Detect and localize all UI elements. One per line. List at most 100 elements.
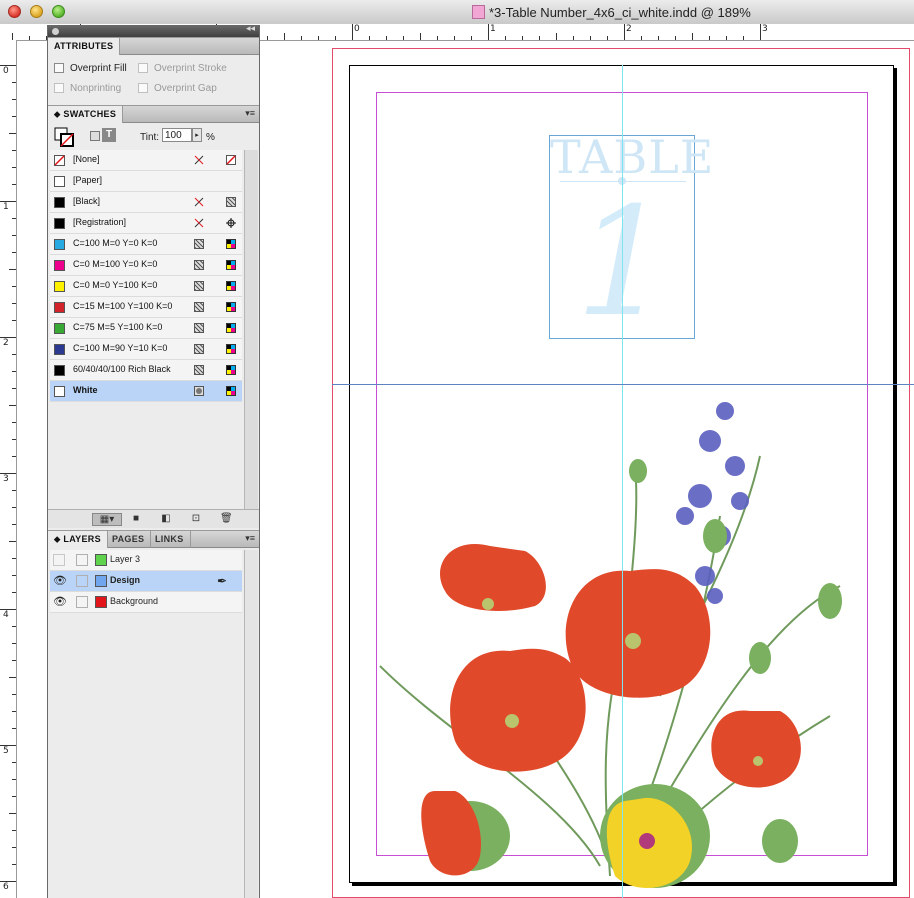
layer-name: Background	[110, 596, 159, 606]
swatches-panel-menu-icon[interactable]: ▾≡	[245, 108, 255, 119]
overprint-gap-option[interactable]: Overprint Gap	[138, 83, 217, 94]
no-edit-icon	[194, 218, 204, 228]
layer-name: Design	[110, 575, 141, 585]
window-title-text: *3-Table Number_4x6_ci_white.indd @ 189%	[489, 5, 751, 20]
layer-name: Layer 3	[110, 554, 141, 564]
overprint-stroke-checkbox[interactable]	[138, 63, 148, 73]
no-edit-icon	[194, 155, 204, 165]
panel-close-icon[interactable]	[52, 28, 59, 35]
swatch-row-red[interactable]: C=15 M=100 Y=100 K=0	[50, 297, 242, 318]
nonprinting-option[interactable]: Nonprinting	[54, 83, 121, 94]
swatches-tabbar: ⬥ SWATCHES ▾≡	[48, 105, 259, 123]
cmyk-icon	[226, 386, 236, 396]
swatch-row-rich-black[interactable]: 60/40/40/100 Rich Black	[50, 360, 242, 381]
swatch-white-chip	[54, 386, 65, 397]
swatch-row-cyan[interactable]: C=100 M=0 Y=0 K=0	[50, 234, 242, 255]
layers-list: Layer 3 👁 Design ✒ 👁 Background	[50, 550, 242, 613]
no-edit-icon	[194, 197, 204, 207]
nonprinting-label: Nonprinting	[70, 83, 122, 94]
swatch-cyan-chip	[54, 239, 65, 250]
swatches-scrollbar[interactable]	[244, 150, 258, 509]
overprint-fill-option[interactable]: Overprint Fill	[54, 63, 127, 74]
swatch-name: C=0 M=100 Y=0 K=0	[73, 259, 158, 269]
window-zoom-button[interactable]	[52, 5, 65, 18]
process-icon	[194, 323, 204, 333]
registration-icon	[226, 218, 236, 228]
layer-lock-toggle[interactable]	[76, 554, 88, 566]
overprint-gap-checkbox[interactable]	[138, 83, 148, 93]
hruler-label-0: 0	[354, 24, 360, 34]
swatch-row-black[interactable]: [Black]	[50, 192, 242, 213]
layers-scrollbar[interactable]	[244, 550, 258, 898]
swatch-red-chip	[54, 302, 65, 313]
tab-swatches[interactable]: ⬥ SWATCHES	[48, 106, 124, 123]
horizontal-ruler-guide[interactable]	[332, 384, 914, 385]
swatch-row-paper[interactable]: [Paper]	[50, 171, 242, 192]
new-swatch-icon[interactable]: ⊡	[190, 513, 202, 524]
show-gradient-swatches-icon[interactable]: ◧	[160, 513, 172, 524]
cmyk-icon	[226, 323, 236, 333]
panel-dock: ◂◂ ATTRIBUTES Overprint Fill Overprint S…	[47, 23, 260, 898]
show-all-swatches-icon[interactable]: ▦▾	[92, 513, 122, 526]
eye-icon[interactable]: 👁	[53, 575, 67, 587]
swatch-row-white[interactable]: White	[50, 381, 242, 402]
cmyk-icon	[226, 302, 236, 312]
vruler-label-5: 5	[3, 746, 9, 756]
eye-icon[interactable]: 👁	[53, 596, 67, 608]
vertical-ruler-ticks	[0, 65, 16, 882]
window-titlebar: *3-Table Number_4x6_ci_white.indd @ 189%	[0, 0, 914, 25]
swatch-rich-black-chip	[54, 365, 65, 376]
layer-visibility-toggle[interactable]	[53, 554, 65, 566]
swatch-row-green[interactable]: C=75 M=5 Y=100 K=0	[50, 318, 242, 339]
vertical-ruler[interactable]: 0 1 2 3 4 5 6	[0, 40, 17, 898]
window-minimize-button[interactable]	[30, 5, 43, 18]
swatch-name: C=100 M=0 Y=0 K=0	[73, 238, 158, 248]
indesign-document-icon	[472, 5, 485, 19]
tab-links[interactable]: LINKS	[149, 531, 191, 548]
process-icon	[194, 260, 204, 270]
trash-icon[interactable]: 🗑	[220, 513, 233, 524]
fill-stroke-icon[interactable]	[54, 127, 74, 147]
collapse-panels-icon[interactable]: ◂◂	[246, 23, 255, 34]
poppy-bouquet-image[interactable]	[360, 396, 890, 898]
swatch-name: [None]	[73, 154, 100, 164]
panel-dock-header[interactable]: ◂◂	[48, 23, 259, 37]
vertical-ruler-guide[interactable]	[622, 65, 623, 898]
swatches-list: [None] [Paper] [Black] [Registration] C=…	[50, 150, 242, 402]
show-color-swatches-icon[interactable]: ■	[130, 513, 142, 524]
overprint-fill-checkbox[interactable]	[54, 63, 64, 73]
window-close-button[interactable]	[8, 5, 21, 18]
swatch-blue-chip	[54, 344, 65, 355]
layer-row-design[interactable]: 👁 Design ✒	[50, 571, 242, 592]
vruler-label-2: 2	[3, 338, 9, 348]
layer-lock-toggle[interactable]	[76, 596, 88, 608]
window-title: *3-Table Number_4x6_ci_white.indd @ 189%	[472, 5, 751, 20]
swatch-row-registration[interactable]: [Registration]	[50, 213, 242, 234]
overprint-stroke-option[interactable]: Overprint Stroke	[138, 63, 227, 74]
tint-input[interactable]: 100	[162, 128, 192, 142]
tint-percent-label: %	[206, 132, 215, 143]
layer-row-background[interactable]: 👁 Background	[50, 592, 242, 613]
swatch-name: C=15 M=100 Y=100 K=0	[73, 301, 173, 311]
tab-attributes[interactable]: ATTRIBUTES	[48, 38, 121, 55]
swatch-registration-chip	[54, 218, 65, 229]
swatch-row-blue[interactable]: C=100 M=90 Y=10 K=0	[50, 339, 242, 360]
vruler-label-4: 4	[3, 610, 9, 620]
layer-row-layer-3[interactable]: Layer 3	[50, 550, 242, 571]
layers-tabbar: ⬥ LAYERS PAGES LINKS ▾≡	[48, 530, 259, 548]
container-format-icon[interactable]	[90, 131, 100, 141]
attributes-tabbar: ATTRIBUTES	[48, 37, 259, 55]
text-format-icon[interactable]: T	[102, 128, 116, 142]
swatch-yellow-chip	[54, 281, 65, 292]
tint-arrow-button[interactable]: ▸	[192, 128, 202, 142]
layer-lock-toggle[interactable]	[76, 575, 88, 587]
tint-label: Tint:	[140, 132, 160, 143]
layers-panel-menu-icon[interactable]: ▾≡	[245, 533, 255, 544]
process-icon	[194, 302, 204, 312]
tab-pages[interactable]: PAGES	[106, 531, 152, 548]
swatch-row-yellow[interactable]: C=0 M=0 Y=100 K=0	[50, 276, 242, 297]
tab-layers[interactable]: ⬥ LAYERS	[48, 531, 108, 548]
nonprinting-checkbox[interactable]	[54, 83, 64, 93]
swatch-row-magenta[interactable]: C=0 M=100 Y=0 K=0	[50, 255, 242, 276]
swatch-row-none[interactable]: [None]	[50, 150, 242, 171]
